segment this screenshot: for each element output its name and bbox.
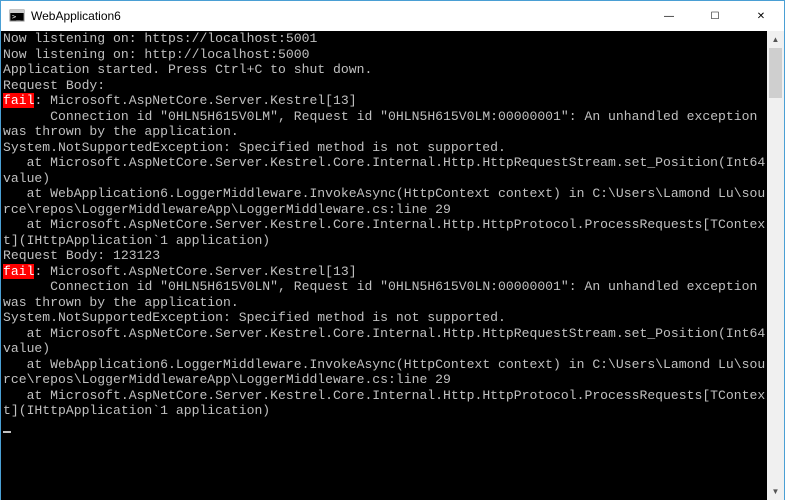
scroll-thumb[interactable] — [769, 48, 782, 98]
scroll-track[interactable] — [767, 48, 784, 483]
close-button[interactable]: ✕ — [738, 1, 784, 31]
svg-text:>_: >_ — [12, 13, 21, 21]
app-icon: >_ — [9, 8, 25, 24]
window-controls: — ☐ ✕ — [646, 1, 784, 31]
maximize-button[interactable]: ☐ — [692, 1, 738, 31]
log-level-fail: fail — [3, 93, 34, 108]
vertical-scrollbar[interactable]: ▲ ▼ — [767, 31, 784, 500]
console-area: Now listening on: https://localhost:5001… — [1, 31, 784, 500]
console-cursor — [3, 431, 11, 433]
scroll-up-button[interactable]: ▲ — [767, 31, 784, 48]
scroll-down-button[interactable]: ▼ — [767, 483, 784, 500]
console-output[interactable]: Now listening on: https://localhost:5001… — [1, 31, 767, 500]
minimize-button[interactable]: — — [646, 1, 692, 31]
window-title: WebApplication6 — [31, 9, 121, 23]
log-level-fail: fail — [3, 264, 34, 279]
window-titlebar[interactable]: >_ WebApplication6 — ☐ ✕ — [1, 1, 784, 31]
